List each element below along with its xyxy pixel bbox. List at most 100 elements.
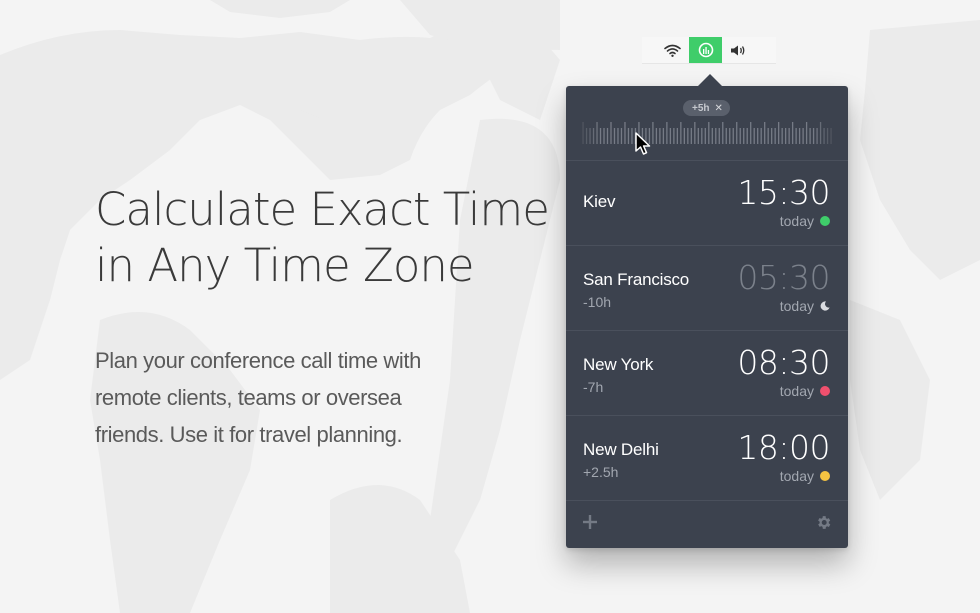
slider-minor-tick <box>701 128 703 144</box>
city-time: 05:30 <box>737 258 830 297</box>
slider-minor-tick <box>711 128 713 144</box>
slider-minor-tick <box>809 128 811 144</box>
city-offset: -7h <box>583 379 604 395</box>
slider-minor-tick <box>788 128 790 144</box>
popover-arrow <box>697 74 723 87</box>
slider-minor-tick <box>673 128 675 144</box>
slider-major-tick <box>610 122 612 144</box>
plus-icon[interactable] <box>582 514 598 530</box>
volume-icon <box>731 45 745 55</box>
slider-minor-tick <box>725 128 727 144</box>
menubar-timezone-app[interactable] <box>689 37 722 63</box>
city-day-status: today <box>780 298 830 314</box>
popover-footer <box>566 501 848 547</box>
city-day: today <box>779 468 814 484</box>
slider-minor-tick <box>697 128 699 144</box>
city-offset: +2.5h <box>583 464 619 480</box>
clear-offset-icon[interactable]: ✕ <box>715 103 723 114</box>
menubar-volume[interactable] <box>722 37 755 63</box>
city-row[interactable]: Kiev 15:30 today <box>566 161 848 246</box>
hero-section: Calculate Exact Time in Any Time Zone Pl… <box>95 182 550 453</box>
city-row[interactable]: New York -7h 08:30 today <box>566 331 848 416</box>
city-time: 08:30 <box>737 343 830 382</box>
slider-major-tick <box>652 122 654 144</box>
slider-minor-tick <box>718 128 720 144</box>
slider-minor-tick <box>687 128 689 144</box>
slider-minor-tick <box>739 128 741 144</box>
hero-description-line: friends. Use it for travel planning. <box>95 422 403 447</box>
city-time: 18:00 <box>737 428 830 467</box>
slider-minor-tick <box>771 128 773 144</box>
hero-title-line: Calculate Exact Time <box>95 183 550 236</box>
slider-major-tick <box>694 122 696 144</box>
slider-minor-tick <box>589 128 591 144</box>
slider-major-tick <box>736 122 738 144</box>
city-row[interactable]: New Delhi +2.5h 18:00 today <box>566 416 848 501</box>
slider-major-tick <box>624 122 626 144</box>
slider-minor-tick <box>631 128 633 144</box>
slider-minor-tick <box>795 128 797 144</box>
gear-icon[interactable] <box>815 514 832 531</box>
slider-minor-tick <box>767 128 769 144</box>
slider-minor-tick <box>617 128 619 144</box>
slider-minor-tick <box>816 128 818 144</box>
slider-major-tick <box>666 122 668 144</box>
slider-major-tick <box>722 122 724 144</box>
slider-minor-tick <box>798 128 801 144</box>
city-offset: -10h <box>583 294 612 310</box>
city-name: San Francisco <box>583 270 690 289</box>
slider-minor-tick <box>760 128 762 144</box>
slider-minor-tick <box>606 128 609 144</box>
mouse-cursor-icon <box>635 132 651 155</box>
offset-badge[interactable]: +5h ✕ <box>683 100 730 116</box>
slider-minor-tick <box>585 128 588 144</box>
slider-minor-tick <box>620 128 623 144</box>
slider-minor-tick <box>662 128 665 144</box>
slider-minor-tick <box>655 128 658 144</box>
timezone-popover: +5h ✕ Kiev 15:30 today San Francisco -10… <box>566 86 848 548</box>
city-day: today <box>779 383 814 399</box>
hero-description-line: remote clients, teams or oversea <box>95 385 402 410</box>
slider-minor-tick <box>732 128 734 144</box>
slider-minor-tick <box>592 128 595 144</box>
slider-minor-tick <box>757 128 759 144</box>
slider-minor-tick <box>683 128 685 144</box>
menubar-wifi[interactable] <box>656 37 689 63</box>
daytime-indicator-dot <box>820 471 830 481</box>
timezone-app-icon <box>698 42 713 58</box>
slider-major-tick <box>708 122 710 144</box>
slider-major-tick <box>805 122 808 144</box>
wifi-icon <box>664 44 681 57</box>
slider-minor-tick <box>753 128 755 144</box>
slider-minor-tick <box>781 128 783 144</box>
slider-major-tick <box>764 122 766 144</box>
slider-minor-tick <box>659 128 661 144</box>
hero-description: Plan your conference call time with remo… <box>95 342 525 453</box>
slider-minor-tick <box>669 128 672 144</box>
slider-minor-tick <box>784 128 787 144</box>
slider-minor-tick <box>627 128 630 144</box>
time-slider[interactable] <box>581 122 833 148</box>
slider-minor-tick <box>603 128 605 144</box>
slider-minor-tick <box>802 128 804 144</box>
slider-minor-tick <box>812 128 815 144</box>
slider-minor-tick <box>690 128 692 144</box>
city-day: today <box>779 213 814 229</box>
city-row[interactable]: San Francisco -10h 05:30 today <box>566 246 848 331</box>
slider-minor-tick <box>826 128 829 144</box>
city-time: 15:30 <box>737 173 830 212</box>
slider-minor-tick <box>599 128 602 144</box>
menu-bar <box>642 37 776 64</box>
slider-major-tick <box>582 122 584 144</box>
slider-major-tick <box>791 122 794 144</box>
slider-major-tick <box>596 122 598 144</box>
city-day-status: today <box>780 468 830 484</box>
hero-description-line: Plan your conference call time with <box>95 348 421 373</box>
slider-minor-tick <box>746 128 748 144</box>
slider-major-tick <box>680 122 682 144</box>
city-day-status: today <box>780 383 830 399</box>
city-name: New Delhi <box>583 440 659 459</box>
slider-major-tick <box>819 122 822 144</box>
city-day: today <box>779 298 814 314</box>
daytime-indicator-dot <box>820 386 830 396</box>
